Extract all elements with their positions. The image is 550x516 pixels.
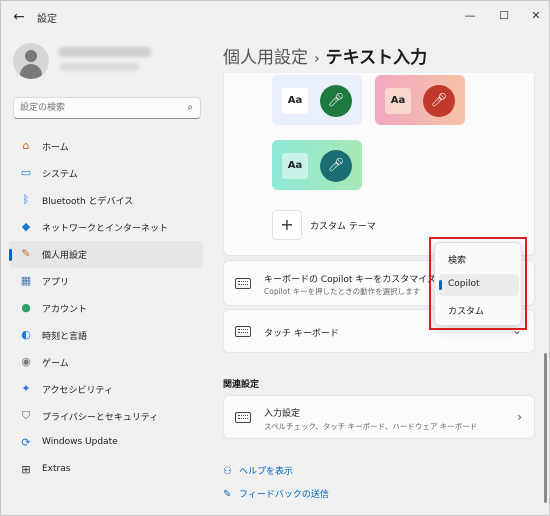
user-name-redacted — [59, 47, 151, 57]
sidebar-item-label: アカウント — [42, 305, 88, 315]
page-title: テキスト入力 — [325, 48, 428, 68]
related-settings-heading: 関連設定 — [223, 380, 260, 390]
apps-icon: ▦ — [20, 274, 32, 287]
windows-update-icon: ⟳ — [21, 436, 31, 449]
breadcrumb-parent[interactable]: 個人用設定 — [223, 48, 308, 68]
help-link[interactable]: ⚇ ヘルプを表示 — [223, 464, 293, 477]
breadcrumb: 個人用設定 › テキスト入力 — [223, 43, 427, 68]
theme-card[interactable]: Aa 🎤︎ — [375, 75, 465, 125]
microphone-icon: 🎤︎ — [320, 85, 352, 117]
help-link-label[interactable]: ヘルプを表示 — [239, 467, 293, 477]
microphone-icon: 🎤︎ — [423, 85, 455, 117]
keyboard-icon — [235, 278, 251, 289]
sidebar-item[interactable]: ◆ ネットワークとインターネット — [9, 214, 203, 241]
sidebar-item-label: アクセシビリティ — [42, 386, 114, 396]
breadcrumb-separator: › — [314, 51, 320, 67]
sidebar-item[interactable]: ⟳ Windows Update — [9, 430, 203, 457]
keyboard-icon — [235, 326, 251, 337]
sidebar-item[interactable]: ✎ 個人用設定 — [9, 241, 203, 268]
sidebar-item-label: システム — [42, 170, 78, 180]
help-icon: ⚇ — [223, 466, 232, 477]
network-icon: ◆ — [21, 220, 31, 233]
settings-window: ← 設定 — ☐ ✕ ⌕ ⌂ ホーム ▭ システム ᛒ Bluetooth とデバイス ◆ ネ… — [0, 0, 550, 516]
input-settings-link[interactable]: 入力設定 スペルチェック、タッチ キーボード、ハードウェア キーボード › — [223, 395, 535, 439]
theme-sample-text: Aa — [282, 88, 308, 114]
sidebar-item-label: 時刻と言語 — [42, 332, 88, 342]
back-button[interactable]: ← — [9, 7, 29, 27]
sidebar-item[interactable]: ▭ システム — [9, 160, 203, 187]
bluetooth-icon: ᛒ — [22, 193, 30, 206]
theme-sample-text: Aa — [385, 88, 411, 114]
touch-keyboard-title: タッチ キーボード — [264, 329, 339, 339]
feedback-icon: ✎ — [223, 489, 232, 500]
sidebar-item-label: Bluetooth とデバイス — [42, 197, 134, 207]
sidebar-item[interactable]: ᛒ Bluetooth とデバイス — [9, 187, 203, 214]
sidebar-item[interactable]: ◐ 時刻と言語 — [9, 322, 203, 349]
settings-search-box[interactable]: ⌕ — [13, 97, 201, 119]
chevron-right-icon: › — [517, 410, 522, 424]
time-language-icon: ◐ — [21, 328, 31, 341]
search-input[interactable] — [20, 100, 180, 116]
sidebar-item[interactable]: ⊞ Extras — [9, 457, 203, 484]
input-settings-subtitle: スペルチェック、タッチ キーボード、ハードウェア キーボード — [264, 422, 478, 431]
copilot-key-title: キーボードの Copilot キーをカスタマイズする — [264, 275, 454, 285]
feedback-link-label[interactable]: フィードバックの送信 — [239, 490, 329, 500]
sidebar-item-label: 個人用設定 — [42, 251, 88, 261]
highlight-annotation-box — [429, 237, 527, 330]
sidebar-item-label: ゲーム — [42, 359, 69, 369]
search-icon[interactable]: ⌕ — [187, 102, 193, 113]
theme-card[interactable]: Aa 🎤︎ — [272, 140, 362, 190]
sidebar-item[interactable]: ▦ アプリ — [9, 268, 203, 295]
shield-icon: ⛉ — [21, 409, 31, 422]
sidebar-item[interactable]: ⛉ プライバシーとセキュリティ — [9, 403, 203, 430]
sidebar-item[interactable]: ● アカウント — [9, 295, 203, 322]
app-title: 設定 — [37, 14, 57, 25]
user-email-redacted — [59, 63, 139, 71]
keyboard-icon — [235, 412, 251, 423]
sidebar-item[interactable]: ◉ ゲーム — [9, 349, 203, 376]
system-icon: ▭ — [20, 166, 32, 179]
maximize-button[interactable]: ☐ — [489, 5, 519, 27]
microphone-icon: 🎤︎ — [320, 150, 352, 182]
personalization-icon: ✎ — [21, 247, 31, 260]
extras-icon: ⊞ — [21, 463, 31, 476]
accessibility-icon: ✦ — [21, 382, 31, 395]
sidebar-item[interactable]: ⌂ ホーム — [9, 133, 203, 160]
avatar — [13, 43, 49, 79]
sidebar-item-label: アプリ — [42, 278, 70, 288]
avatar-head — [25, 50, 37, 62]
minimize-button[interactable]: — — [455, 5, 485, 27]
custom-theme-label: カスタム テーマ — [310, 222, 376, 232]
sidebar-item-label: Windows Update — [42, 437, 118, 447]
keyboard-theme-panel: Aa 🎤︎ Aa 🎤︎ Aa 🎤︎ + カスタム テーマ — [223, 73, 535, 256]
sidebar-item-label: プライバシーとセキュリティ — [42, 413, 159, 423]
home-icon: ⌂ — [22, 139, 30, 152]
theme-sample-text: Aa — [282, 153, 308, 179]
sidebar-item-label: ホーム — [42, 143, 69, 153]
sidebar-nav: ⌂ ホーム ▭ システム ᛒ Bluetooth とデバイス ◆ ネットワークとインターネット… — [9, 133, 203, 484]
title-bar: ← 設定 — ☐ ✕ — [1, 1, 549, 33]
sidebar-item-label: ネットワークとインターネット — [42, 224, 169, 234]
scrollbar[interactable] — [544, 353, 547, 503]
account-icon: ● — [21, 301, 31, 314]
avatar-body — [20, 64, 42, 79]
feedback-link[interactable]: ✎ フィードバックの送信 — [223, 487, 329, 500]
input-settings-title: 入力設定 — [264, 409, 301, 419]
sidebar-item-label: Extras — [42, 464, 71, 474]
copilot-key-subtitle: Copilot キーを押したときの動作を選択します — [264, 287, 421, 296]
theme-card[interactable]: Aa 🎤︎ — [272, 75, 362, 125]
gaming-icon: ◉ — [21, 355, 31, 368]
sidebar-item[interactable]: ✦ アクセシビリティ — [9, 376, 203, 403]
close-button[interactable]: ✕ — [521, 5, 550, 27]
add-custom-theme-button[interactable]: + — [272, 210, 302, 240]
